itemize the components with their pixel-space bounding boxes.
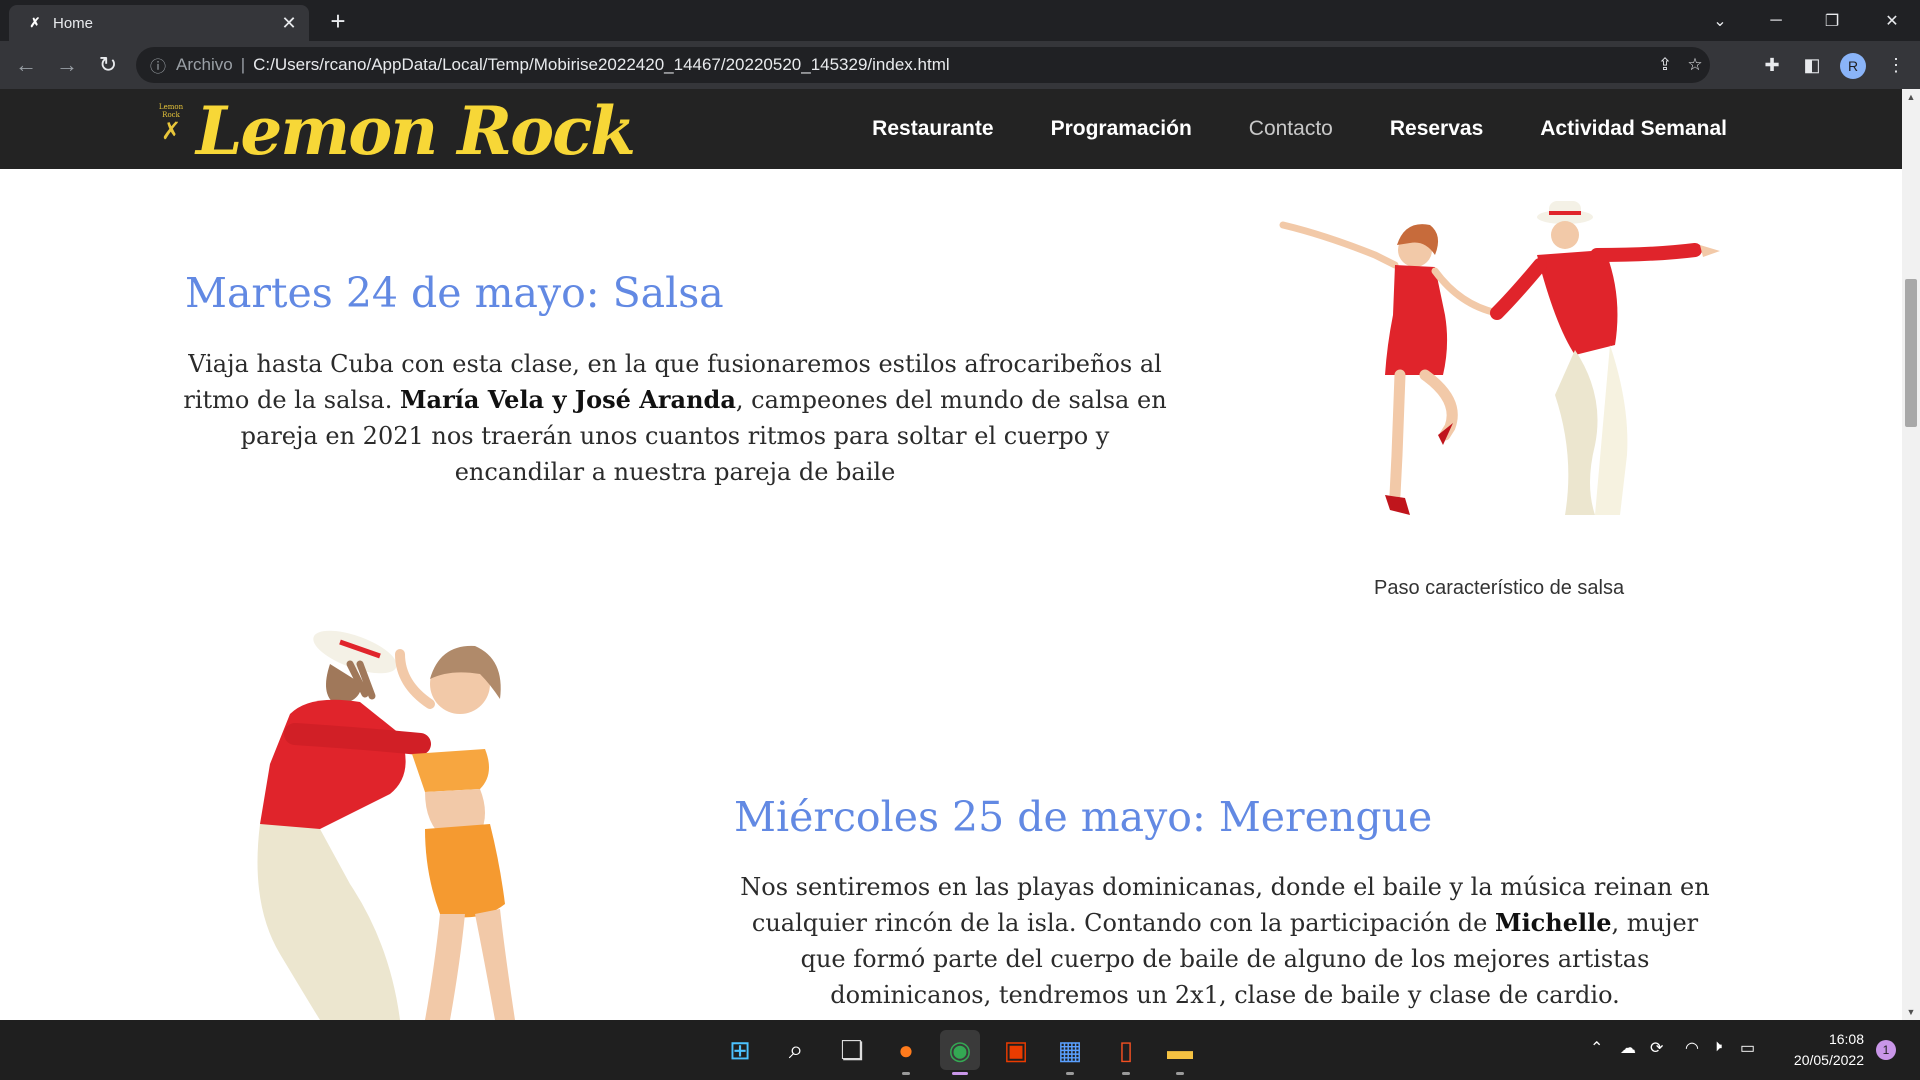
browser-titlebar: ✗ Home ✕ + ⌄ ─ ❐ ✕	[0, 0, 1920, 41]
clock-date: 20/05/2022	[1793, 1052, 1864, 1068]
side-panel-icon[interactable]: ◧	[1796, 49, 1828, 81]
menu-programacion[interactable]: Programación	[1051, 117, 1192, 141]
volume-muted-icon[interactable]: 🕨	[1712, 1038, 1722, 1056]
firefox-icon[interactable]: ●	[886, 1030, 926, 1070]
firefox-running-indicator	[902, 1072, 910, 1075]
salsa-woman-figure	[1279, 221, 1501, 515]
small-logo[interactable]: Lemon Rock ✗	[154, 103, 188, 143]
menu-actividad-semanal[interactable]: Actividad Semanal	[1540, 117, 1727, 141]
explorer-running-indicator	[1176, 1072, 1184, 1075]
salsa-dancers-image	[1279, 201, 1720, 515]
windows-taskbar: ⊞ ⌕ ❏ ● ◉ ▣ ▦ ▯ ▬ ⌃ ☁ ⟳ ◠ 🕨 ▭ 16:08 20/0…	[0, 1020, 1920, 1080]
share-icon[interactable]: ⇪	[1650, 47, 1680, 83]
minimize-button[interactable]: ─	[1748, 0, 1804, 41]
browser-toolbar: ← → ↻ ⓘ Archivo | C:/Users/rcano/AppData…	[0, 41, 1920, 89]
extensions-puzzle-icon[interactable]: ✚	[1756, 49, 1788, 81]
tray-chevron-icon[interactable]: ⌃	[1590, 1038, 1603, 1058]
mobirise-icon[interactable]: ▦	[1050, 1030, 1090, 1070]
salsa-caption: Paso característico de salsa	[1374, 577, 1625, 599]
merengue-heading: Miércoles 25 de mayo: Merengue	[734, 793, 1433, 841]
scroll-down-arrow-icon[interactable]: ▼	[1902, 1004, 1920, 1020]
restore-button[interactable]: ❐	[1804, 0, 1860, 41]
browser-tab[interactable]: ✗ Home ✕	[9, 5, 309, 41]
info-icon[interactable]: ⓘ	[150, 53, 170, 77]
tab-title: Home	[53, 14, 94, 32]
taskbar-clock[interactable]: 16:08 20/05/2022	[1780, 1029, 1864, 1071]
menu-kebab-icon[interactable]: ⋮	[1880, 49, 1912, 81]
mobirise-running-indicator	[1066, 1072, 1074, 1075]
scroll-thumb[interactable]	[1905, 279, 1917, 427]
phone-app-running-indicator	[1122, 1072, 1130, 1075]
merengue-paragraph: Nos sentiremos en las playas dominicanas…	[730, 869, 1720, 1013]
site-logo[interactable]: Lemon Rock	[196, 93, 636, 169]
merengue-dancers-image	[257, 630, 515, 1020]
site-navbar: Lemon Rock ✗ Lemon Rock Restaurante Prog…	[0, 89, 1902, 169]
main-menu: Restaurante Programación Contacto Reserv…	[872, 89, 1727, 169]
salsa-instructors: María Vela y José Aranda	[399, 385, 736, 414]
search-icon[interactable]: ⌕	[776, 1030, 816, 1070]
tab-close-icon[interactable]: ✕	[279, 13, 299, 34]
office-icon[interactable]: ▣	[996, 1030, 1036, 1070]
close-window-button[interactable]: ✕	[1864, 0, 1920, 41]
salsa-paragraph: Viaja hasta Cuba con esta clase, en la q…	[180, 346, 1170, 490]
scheme-label: Archivo	[176, 55, 233, 74]
address-bar[interactable]: ⓘ Archivo | C:/Users/rcano/AppData/Local…	[136, 47, 1710, 83]
forward-arrow-icon[interactable]: →	[51, 49, 83, 81]
notification-badge[interactable]: 1	[1876, 1040, 1896, 1060]
menu-reservas[interactable]: Reservas	[1390, 117, 1483, 141]
merengue-guest: Michelle	[1495, 908, 1612, 937]
scroll-up-arrow-icon[interactable]: ▲	[1902, 89, 1920, 105]
new-tab-button[interactable]: +	[322, 5, 354, 37]
start-windows-icon[interactable]: ⊞	[720, 1030, 760, 1070]
battery-icon[interactable]: ▭	[1740, 1038, 1755, 1058]
page-scrollbar[interactable]: ▲ ▼	[1902, 89, 1920, 1020]
bookmark-star-icon[interactable]: ☆	[1680, 47, 1710, 83]
menu-restaurante[interactable]: Restaurante	[872, 117, 993, 141]
url-text[interactable]: C:/Users/rcano/AppData/Local/Temp/Mobiri…	[253, 55, 950, 75]
tab-search-chevron-icon[interactable]: ⌄	[1692, 0, 1748, 41]
profile-avatar[interactable]: R	[1840, 53, 1866, 79]
merengue-woman-figure	[395, 645, 515, 1020]
onedrive-cloud-icon[interactable]: ☁	[1620, 1038, 1636, 1058]
salsa-man-figure	[1490, 201, 1720, 515]
sync-icon[interactable]: ⟳	[1650, 1038, 1663, 1058]
merengue-man-figure	[257, 630, 431, 1020]
chrome-active-indicator	[952, 1072, 968, 1075]
file-explorer-icon[interactable]: ▬	[1160, 1030, 1200, 1070]
task-view-icon[interactable]: ❏	[832, 1030, 872, 1070]
reload-icon[interactable]: ↻	[92, 49, 124, 81]
clock-time: 16:08	[1828, 1031, 1864, 1047]
wifi-icon[interactable]: ◠	[1685, 1038, 1699, 1058]
phone-app-icon[interactable]: ▯	[1106, 1030, 1146, 1070]
url-separator: |	[240, 55, 246, 74]
back-arrow-icon[interactable]: ←	[10, 49, 42, 81]
chrome-icon[interactable]: ◉	[940, 1030, 980, 1070]
dancer-icon: ✗	[160, 117, 182, 145]
site-favicon-icon: ✗	[29, 15, 41, 30]
page-content: Martes 24 de mayo: Salsa Viaja hasta Cub…	[0, 169, 1902, 1020]
salsa-heading: Martes 24 de mayo: Salsa	[185, 269, 724, 317]
menu-contacto[interactable]: Contacto	[1249, 117, 1333, 141]
